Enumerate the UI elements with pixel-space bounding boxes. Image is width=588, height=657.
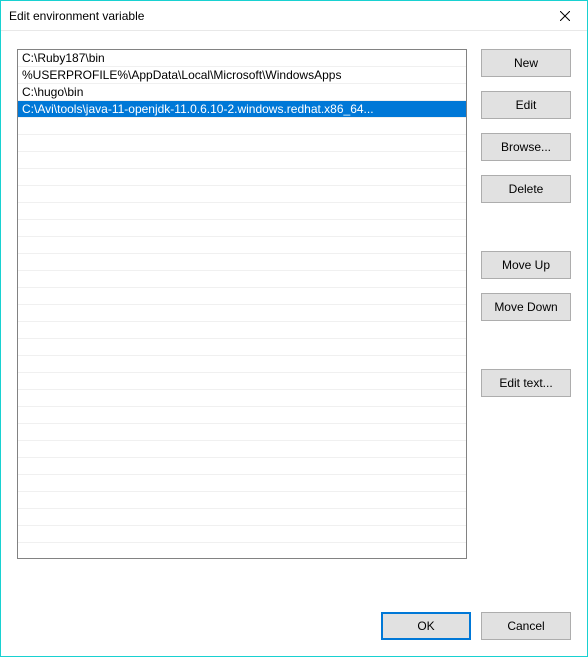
list-item[interactable]: %USERPROFILE%\AppData\Local\Microsoft\Wi…	[18, 67, 466, 84]
list-item-empty[interactable]	[18, 203, 466, 220]
list-item-empty[interactable]	[18, 118, 466, 135]
window-title: Edit environment variable	[9, 9, 144, 23]
list-item-empty[interactable]	[18, 475, 466, 492]
list-item-empty[interactable]	[18, 543, 466, 559]
list-item-empty[interactable]	[18, 305, 466, 322]
list-item-empty[interactable]	[18, 339, 466, 356]
list-item-empty[interactable]	[18, 441, 466, 458]
edit-button[interactable]: Edit	[481, 91, 571, 119]
dialog-content: C:\Ruby187\bin%USERPROFILE%\AppData\Loca…	[1, 31, 587, 656]
ok-button[interactable]: OK	[381, 612, 471, 640]
list-item-empty[interactable]	[18, 322, 466, 339]
list-item-empty[interactable]	[18, 390, 466, 407]
list-item[interactable]: C:\Ruby187\bin	[18, 50, 466, 67]
list-item-empty[interactable]	[18, 271, 466, 288]
new-button[interactable]: New	[481, 49, 571, 77]
list-item-empty[interactable]	[18, 152, 466, 169]
bottom-row: OK Cancel	[17, 612, 571, 640]
main-row: C:\Ruby187\bin%USERPROFILE%\AppData\Loca…	[17, 49, 571, 590]
list-item-empty[interactable]	[18, 356, 466, 373]
list-item-empty[interactable]	[18, 288, 466, 305]
list-item-empty[interactable]	[18, 237, 466, 254]
list-item-empty[interactable]	[18, 526, 466, 543]
delete-button[interactable]: Delete	[481, 175, 571, 203]
list-item-empty[interactable]	[18, 373, 466, 390]
list-item-empty[interactable]	[18, 169, 466, 186]
cancel-button[interactable]: Cancel	[481, 612, 571, 640]
list-item[interactable]: C:\hugo\bin	[18, 84, 466, 101]
titlebar: Edit environment variable	[1, 1, 587, 31]
list-item-empty[interactable]	[18, 135, 466, 152]
list-item-empty[interactable]	[18, 492, 466, 509]
path-list[interactable]: C:\Ruby187\bin%USERPROFILE%\AppData\Loca…	[17, 49, 467, 559]
list-item-empty[interactable]	[18, 220, 466, 237]
edit-text-button[interactable]: Edit text...	[481, 369, 571, 397]
browse-button[interactable]: Browse...	[481, 133, 571, 161]
list-item-empty[interactable]	[18, 407, 466, 424]
side-buttons: New Edit Browse... Delete Move Up Move D…	[481, 49, 571, 590]
list-item-empty[interactable]	[18, 458, 466, 475]
list-item-empty[interactable]	[18, 254, 466, 271]
list-item[interactable]: C:\Avi\tools\java-11-openjdk-11.0.6.10-2…	[18, 101, 466, 118]
move-up-button[interactable]: Move Up	[481, 251, 571, 279]
list-item-empty[interactable]	[18, 186, 466, 203]
close-icon	[560, 11, 570, 21]
move-down-button[interactable]: Move Down	[481, 293, 571, 321]
close-button[interactable]	[542, 1, 587, 31]
list-item-empty[interactable]	[18, 509, 466, 526]
list-item-empty[interactable]	[18, 424, 466, 441]
